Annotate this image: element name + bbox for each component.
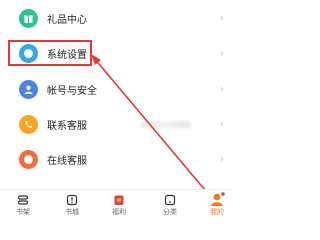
bookshelf-icon (17, 194, 29, 206)
tab-bookstore[interactable]: 书城 (52, 190, 92, 220)
tab-label: 分类 (163, 208, 177, 216)
profile-icon (209, 192, 225, 206)
tab-profile[interactable]: 我的 (197, 190, 237, 220)
annotation-arrow (91, 54, 211, 197)
tab-label: 福利 (112, 208, 126, 216)
bookstore-icon (66, 194, 78, 206)
welfare-gift-icon (113, 194, 125, 206)
tab-label: 书城 (65, 208, 79, 216)
tab-welfare[interactable]: 福利 (99, 190, 139, 220)
tab-bookshelf[interactable]: 书架 (3, 190, 43, 220)
tab-category[interactable]: 分类 (150, 190, 190, 220)
category-icon (164, 194, 176, 206)
bottom-tab-bar: 书架 书城 福利 分类 我的 (0, 189, 231, 220)
tab-label: 我的 (210, 208, 224, 216)
tab-label: 书架 (16, 208, 30, 216)
